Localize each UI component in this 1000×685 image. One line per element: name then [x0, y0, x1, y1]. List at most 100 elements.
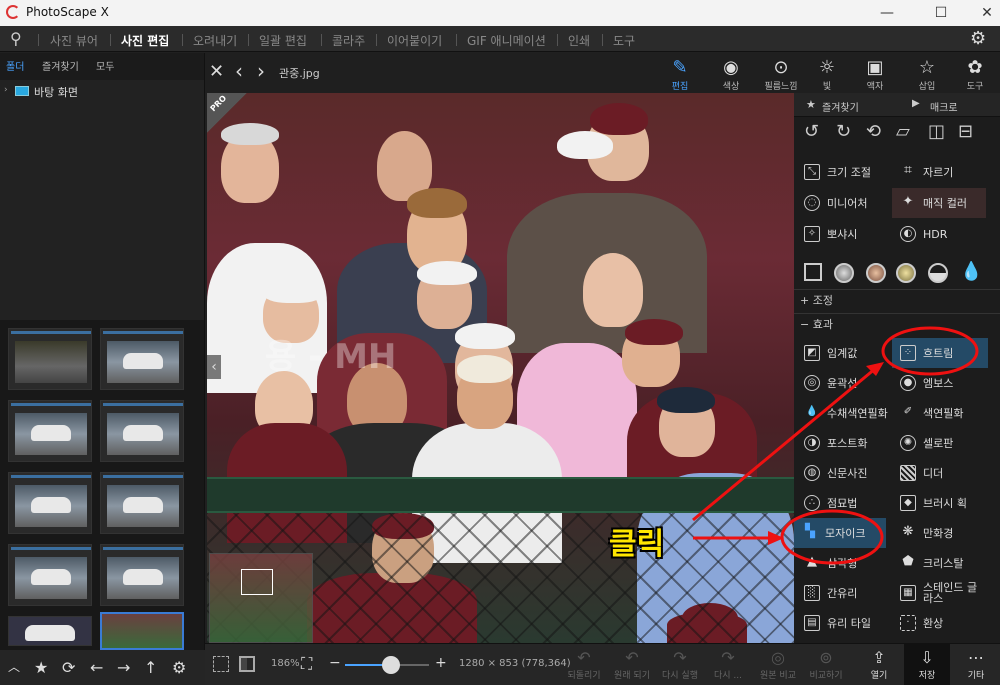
menu-print[interactable]: 인쇄	[568, 32, 590, 49]
thumbnail[interactable]	[100, 544, 184, 606]
tree-item-desktop[interactable]: 바탕 화면	[34, 84, 78, 100]
straighten-icon[interactable]: ▱	[896, 121, 910, 142]
menu-tools[interactable]: 도구	[613, 32, 635, 49]
tool-resize[interactable]: ⤡ 크기 조절	[796, 157, 890, 187]
menu-gif[interactable]: GIF 애니메이션	[467, 32, 546, 49]
swatch-gray-icon[interactable]	[834, 263, 854, 283]
rotate-left-icon[interactable]: ↺	[804, 121, 819, 142]
forward-arrow-icon[interactable]: →	[117, 658, 130, 677]
fit-screen-icon[interactable]: ⛶	[301, 654, 312, 674]
effect-mosaic[interactable]: ▚ 모자이크	[794, 518, 886, 548]
effect-frosted-glass[interactable]: ░ 간유리	[796, 578, 890, 608]
effect-dither[interactable]: 디더	[892, 458, 986, 488]
menu-photo-edit[interactable]: 사진 편집	[121, 32, 169, 49]
collapse-up-icon[interactable]: ︿	[8, 658, 20, 675]
more-button[interactable]: ⋯ 기타	[953, 648, 999, 681]
effect-scatter[interactable]: ⁘ 흐트림	[892, 338, 988, 368]
thumbnail[interactable]	[8, 544, 92, 606]
save-button[interactable]: ⇩ 저장	[904, 644, 950, 685]
menu-collage[interactable]: 콜라주	[332, 32, 365, 49]
tool-frame[interactable]: ▣ 액자	[854, 57, 896, 92]
close-button[interactable]: ✕	[964, 0, 1000, 26]
tool-hdr[interactable]: ◐ HDR	[892, 219, 986, 249]
effect-stained-glass[interactable]: ▦ 스테인드 글라스	[892, 578, 986, 608]
zoom-out-button[interactable]: −	[329, 655, 341, 671]
tab-favorites[interactable]: 즐겨찾기	[42, 58, 79, 73]
prev-image-icon[interactable]: ‹	[235, 59, 243, 83]
effect-edge[interactable]: ◎ 윤곽선	[796, 368, 890, 398]
settings-gear-icon[interactable]: ⚙	[970, 28, 986, 49]
thumbnail[interactable]	[8, 616, 92, 646]
undo-button[interactable]: ↶ 되돌리기	[561, 648, 607, 681]
up-arrow-icon[interactable]: ↑	[144, 658, 157, 677]
maximize-button[interactable]: ☐	[918, 0, 964, 26]
tab-folders[interactable]: 폴더	[6, 58, 24, 73]
zoom-in-button[interactable]: +	[435, 655, 447, 671]
tool-tools[interactable]: ✿ 도구	[954, 57, 996, 92]
tab-favorites-tools[interactable]: 즐겨찾기	[822, 99, 859, 114]
canvas-prev-arrow-icon[interactable]: ‹	[207, 355, 221, 379]
next-image-icon[interactable]: ›	[257, 59, 265, 83]
effect-glass-tile[interactable]: ▤ 유리 타일	[796, 608, 890, 638]
tab-all[interactable]: 모두	[96, 58, 114, 73]
tool-light[interactable]: ☼ 빛	[806, 57, 848, 92]
effect-brush-stroke[interactable]: ◆ 브러시 획	[892, 488, 986, 518]
effect-fantasy[interactable]: · 환상	[892, 608, 986, 638]
swatch-yellow-icon[interactable]	[896, 263, 916, 283]
section-effect[interactable]: − 효과	[794, 313, 1000, 335]
effect-cellophane[interactable]: ✺ 셀로판	[892, 428, 986, 458]
open-button[interactable]: ⇪ 열기	[856, 648, 902, 681]
effect-watercolor[interactable]: 💧 수채색연필화	[796, 398, 890, 428]
thumbnail[interactable]	[100, 400, 184, 462]
close-image-icon[interactable]: ✕	[209, 61, 224, 82]
effect-threshold[interactable]: ◩ 임계값	[796, 338, 890, 368]
thumbnail[interactable]	[8, 328, 92, 390]
compare-button[interactable]: ⊚ 비교하기	[803, 648, 849, 681]
tool-crop[interactable]: ⌗ 자르기	[892, 157, 986, 187]
tool-edit[interactable]: ✎ 편집	[659, 57, 701, 92]
thumbnail[interactable]	[8, 400, 92, 462]
menu-cutout[interactable]: 오려내기	[193, 32, 237, 49]
effect-colored-pencil[interactable]: ✐ 색연필화	[892, 398, 986, 428]
tab-macro[interactable]: 매크로	[930, 99, 958, 114]
rotate-right-icon[interactable]: ↻	[836, 121, 851, 142]
tool-film[interactable]: ⊙ 필름느낌	[760, 57, 802, 92]
selection-icon[interactable]	[213, 656, 229, 672]
thumbnail-selected[interactable]	[100, 612, 184, 650]
image-canvas[interactable]: PRO 용 - MH ‹ 클릭	[207, 93, 794, 643]
tool-insert[interactable]: ☆ 삽입	[906, 57, 948, 92]
rotate-free-icon[interactable]: ⟲	[866, 121, 881, 142]
swatch-half-icon[interactable]	[928, 263, 948, 283]
effect-posterize[interactable]: ◑ 포스트화	[796, 428, 890, 458]
tool-miniature[interactable]: ◌ 미니어처	[796, 188, 890, 218]
thumbnail[interactable]	[100, 472, 184, 534]
effect-triangle[interactable]: ▲ 삼각형	[796, 548, 890, 578]
menu-batch-edit[interactable]: 일괄 편집	[259, 32, 307, 49]
redo-all-button[interactable]: ↷ 다시 ...	[705, 648, 751, 681]
undo-all-button[interactable]: ↶ 원래 되기	[609, 648, 655, 681]
refresh-icon[interactable]: ⟳	[62, 658, 75, 677]
effect-newspaper[interactable]: ◍ 신문사진	[796, 458, 890, 488]
navigator-viewport[interactable]	[241, 569, 273, 595]
tool-bloom[interactable]: ✧ 뽀샤시	[796, 219, 890, 249]
thumbnail[interactable]	[100, 328, 184, 390]
effect-emboss[interactable]: ● 엠보스	[892, 368, 986, 398]
effect-kaleidoscope[interactable]: ❋ 만화경	[892, 518, 986, 548]
flip-horizontal-icon[interactable]: ◫	[928, 121, 945, 142]
section-adjust[interactable]: + 조정	[794, 289, 1000, 311]
expand-arrow-icon[interactable]: ›	[4, 85, 8, 95]
effect-crystal[interactable]: ⬟ 크리스탈	[892, 548, 986, 578]
menu-combine[interactable]: 이어붙이기	[387, 32, 442, 49]
redo-button[interactable]: ↷ 다시 실행	[657, 648, 703, 681]
minimize-button[interactable]: —	[864, 0, 910, 26]
thumbnail[interactable]	[8, 472, 92, 534]
star-icon[interactable]: ★	[34, 658, 48, 677]
menu-photo-viewer[interactable]: 사진 뷰어	[50, 32, 98, 49]
zoom-slider-handle[interactable]	[382, 656, 401, 674]
list-icon[interactable]	[804, 263, 822, 281]
back-arrow-icon[interactable]: ←	[90, 658, 103, 677]
swatch-warm-icon[interactable]	[866, 263, 886, 283]
search-icon[interactable]: ⚲	[10, 29, 22, 48]
compare-original-button[interactable]: ◎ 원본 비교	[755, 648, 801, 681]
navigator-thumbnail[interactable]	[209, 553, 313, 643]
